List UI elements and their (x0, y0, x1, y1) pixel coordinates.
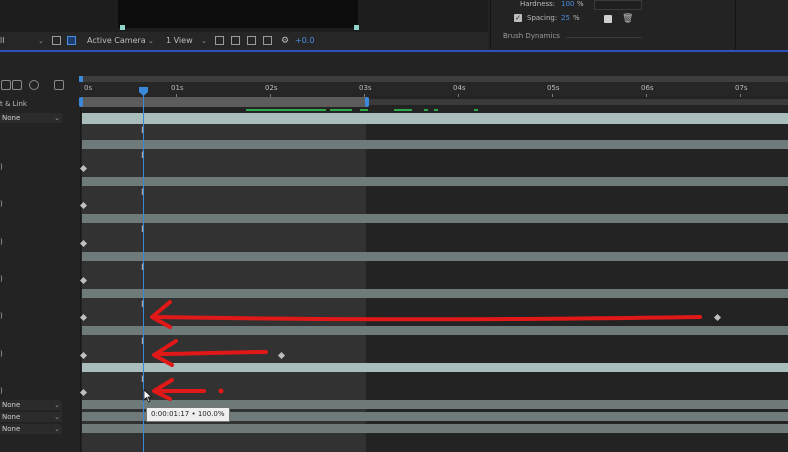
red-arrow (154, 350, 268, 356)
annotation-overlay (150, 300, 702, 401)
time-tooltip: 0:00:01:17 • 100.0% (146, 407, 230, 422)
red-arrow (154, 315, 702, 322)
red-dot (218, 388, 224, 394)
red-arrowhead (150, 300, 172, 329)
mouse-cursor-icon (143, 389, 153, 403)
